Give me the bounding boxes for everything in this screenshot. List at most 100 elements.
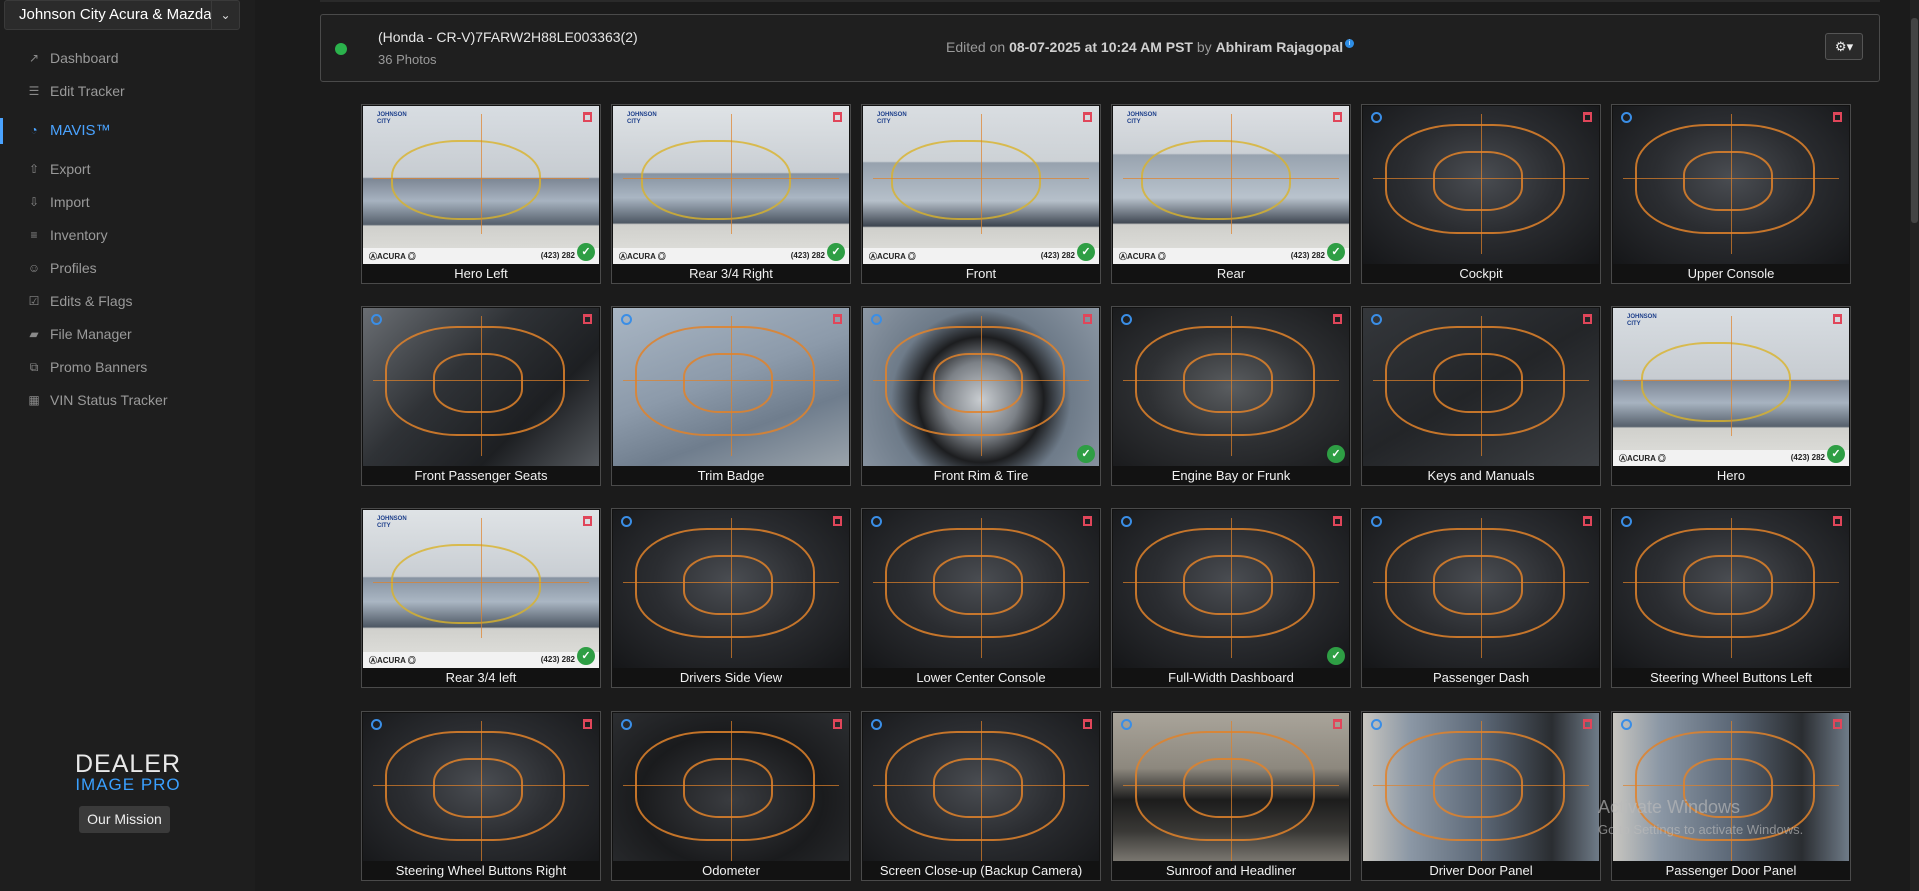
photo-thumbnail[interactable] [863, 713, 1099, 871]
zoom-icon[interactable] [1371, 314, 1382, 325]
photo-thumbnail[interactable] [613, 308, 849, 466]
zoom-icon[interactable] [1121, 314, 1132, 325]
photo-thumbnail[interactable] [1613, 713, 1849, 871]
photo-tile[interactable]: Odometer [611, 711, 851, 881]
photo-tile[interactable]: Passenger Door Panel [1611, 711, 1851, 881]
photo-tile[interactable]: ✓ Engine Bay or Frunk [1111, 306, 1351, 486]
delete-icon[interactable] [1583, 314, 1592, 324]
sidebar-item-export[interactable]: ⇧ Export [0, 153, 255, 186]
zoom-icon[interactable] [621, 314, 632, 325]
photo-thumbnail[interactable]: JOHNSON CITY ⒶACURA ◎ (423) 282 [363, 106, 599, 264]
photo-tile[interactable]: Steering Wheel Buttons Left [1611, 508, 1851, 688]
photo-thumbnail[interactable] [863, 510, 1099, 668]
photo-tile[interactable]: Lower Center Console [861, 508, 1101, 688]
photo-thumbnail[interactable]: JOHNSON CITY ⒶACURA ◎ (423) 282 [863, 106, 1099, 264]
sidebar-item-inventory[interactable]: ≡ Inventory [0, 219, 255, 252]
photo-thumbnail[interactable] [1613, 106, 1849, 264]
delete-icon[interactable] [833, 516, 842, 526]
photo-thumbnail[interactable] [363, 308, 599, 466]
zoom-icon[interactable] [1121, 719, 1132, 730]
photo-tile[interactable]: JOHNSON CITY ⒶACURA ◎ (423) 282 ✓ Rear [1111, 104, 1351, 284]
photo-tile[interactable]: Sunroof and Headliner [1111, 711, 1351, 881]
delete-icon[interactable] [1083, 112, 1092, 122]
zoom-icon[interactable] [1621, 112, 1632, 123]
zoom-icon[interactable] [871, 516, 882, 527]
zoom-icon[interactable] [1621, 719, 1632, 730]
photo-thumbnail[interactable] [1113, 713, 1349, 871]
photo-thumbnail[interactable] [613, 713, 849, 871]
dealer-select[interactable]: Johnson City Acura & Mazda ⌄ [4, 0, 240, 30]
photo-thumbnail[interactable]: JOHNSON CITY ⒶACURA ◎ (423) 282 [613, 106, 849, 264]
sidebar-item-edit-tracker[interactable]: ☰ Edit Tracker [0, 75, 255, 108]
photo-tile[interactable]: Screen Close-up (Backup Camera) [861, 711, 1101, 881]
zoom-icon[interactable] [371, 314, 382, 325]
photo-tile[interactable]: ✓ Full-Width Dashboard [1111, 508, 1351, 688]
photo-tile[interactable]: Drivers Side View [611, 508, 851, 688]
our-mission-button[interactable]: Our Mission [79, 806, 170, 833]
delete-icon[interactable] [833, 314, 842, 324]
photo-thumbnail[interactable] [1613, 510, 1849, 668]
photo-thumbnail[interactable] [1363, 713, 1599, 871]
photo-tile[interactable]: Front Passenger Seats [361, 306, 601, 486]
photo-tile[interactable]: Trim Badge [611, 306, 851, 486]
photo-thumbnail[interactable] [1113, 308, 1349, 466]
scrollbar-thumb[interactable] [1911, 18, 1918, 223]
sidebar-item-mavis[interactable]: ◔ MAVIS™ [0, 114, 255, 147]
zoom-icon[interactable] [1371, 112, 1382, 123]
delete-icon[interactable] [583, 112, 592, 122]
delete-icon[interactable] [583, 516, 592, 526]
photo-thumbnail[interactable] [363, 713, 599, 871]
photo-thumbnail[interactable] [863, 308, 1099, 466]
chevron-down-icon[interactable]: ⌄ [211, 1, 239, 29]
delete-icon[interactable] [833, 112, 842, 122]
zoom-icon[interactable] [621, 719, 632, 730]
zoom-icon[interactable] [1371, 516, 1382, 527]
sidebar-item-dashboard[interactable]: ↗ Dashboard [0, 42, 255, 75]
sidebar-item-profiles[interactable]: ☺ Profiles [0, 252, 255, 285]
photo-tile[interactable]: JOHNSON CITY ⒶACURA ◎ (423) 282 ✓ Hero [1611, 306, 1851, 486]
delete-icon[interactable] [1083, 719, 1092, 729]
delete-icon[interactable] [1833, 112, 1842, 122]
sidebar-item-import[interactable]: ⇩ Import [0, 186, 255, 219]
photo-tile[interactable]: JOHNSON CITY ⒶACURA ◎ (423) 282 ✓ Hero Left [361, 104, 601, 284]
photo-tile[interactable]: JOHNSON CITY ⒶACURA ◎ (423) 282 ✓ Rear 3/4 R… [611, 104, 851, 284]
delete-icon[interactable] [1333, 516, 1342, 526]
zoom-icon[interactable] [621, 516, 632, 527]
zoom-icon[interactable] [1371, 719, 1382, 730]
delete-icon[interactable] [1583, 719, 1592, 729]
sidebar-item-promo-banners[interactable]: ⧉ Promo Banners [0, 351, 255, 384]
photo-tile[interactable]: Upper Console [1611, 104, 1851, 284]
photo-tile[interactable]: Cockpit [1361, 104, 1601, 284]
delete-icon[interactable] [1083, 516, 1092, 526]
photo-thumbnail[interactable] [613, 510, 849, 668]
photo-tile[interactable]: Steering Wheel Buttons Right [361, 711, 601, 881]
sidebar-item-file-manager[interactable]: ▰ File Manager [0, 318, 255, 351]
settings-dropdown-button[interactable]: ⚙▾ [1825, 33, 1863, 60]
zoom-icon[interactable] [1121, 516, 1132, 527]
photo-thumbnail[interactable]: JOHNSON CITY ⒶACURA ◎ (423) 282 [1113, 106, 1349, 264]
delete-icon[interactable] [583, 719, 592, 729]
delete-icon[interactable] [1583, 112, 1592, 122]
photo-tile[interactable]: Passenger Dash [1361, 508, 1601, 688]
delete-icon[interactable] [1583, 516, 1592, 526]
delete-icon[interactable] [583, 314, 592, 324]
photo-thumbnail[interactable] [1363, 510, 1599, 668]
scrollbar[interactable] [1910, 0, 1919, 891]
photo-tile[interactable]: Keys and Manuals [1361, 306, 1601, 486]
zoom-icon[interactable] [1621, 516, 1632, 527]
sidebar-item-edits-flags[interactable]: ☑ Edits & Flags [0, 285, 255, 318]
photo-tile[interactable]: Driver Door Panel [1361, 711, 1601, 881]
photo-thumbnail[interactable] [1113, 510, 1349, 668]
delete-icon[interactable] [1333, 314, 1342, 324]
delete-icon[interactable] [1833, 516, 1842, 526]
info-icon[interactable]: i [1345, 39, 1355, 48]
delete-icon[interactable] [833, 719, 842, 729]
zoom-icon[interactable] [871, 314, 882, 325]
delete-icon[interactable] [1333, 719, 1342, 729]
photo-thumbnail[interactable] [1363, 106, 1599, 264]
photo-tile[interactable]: ✓ Front Rim & Tire [861, 306, 1101, 486]
delete-icon[interactable] [1083, 314, 1092, 324]
zoom-icon[interactable] [371, 719, 382, 730]
zoom-icon[interactable] [871, 719, 882, 730]
delete-icon[interactable] [1833, 719, 1842, 729]
